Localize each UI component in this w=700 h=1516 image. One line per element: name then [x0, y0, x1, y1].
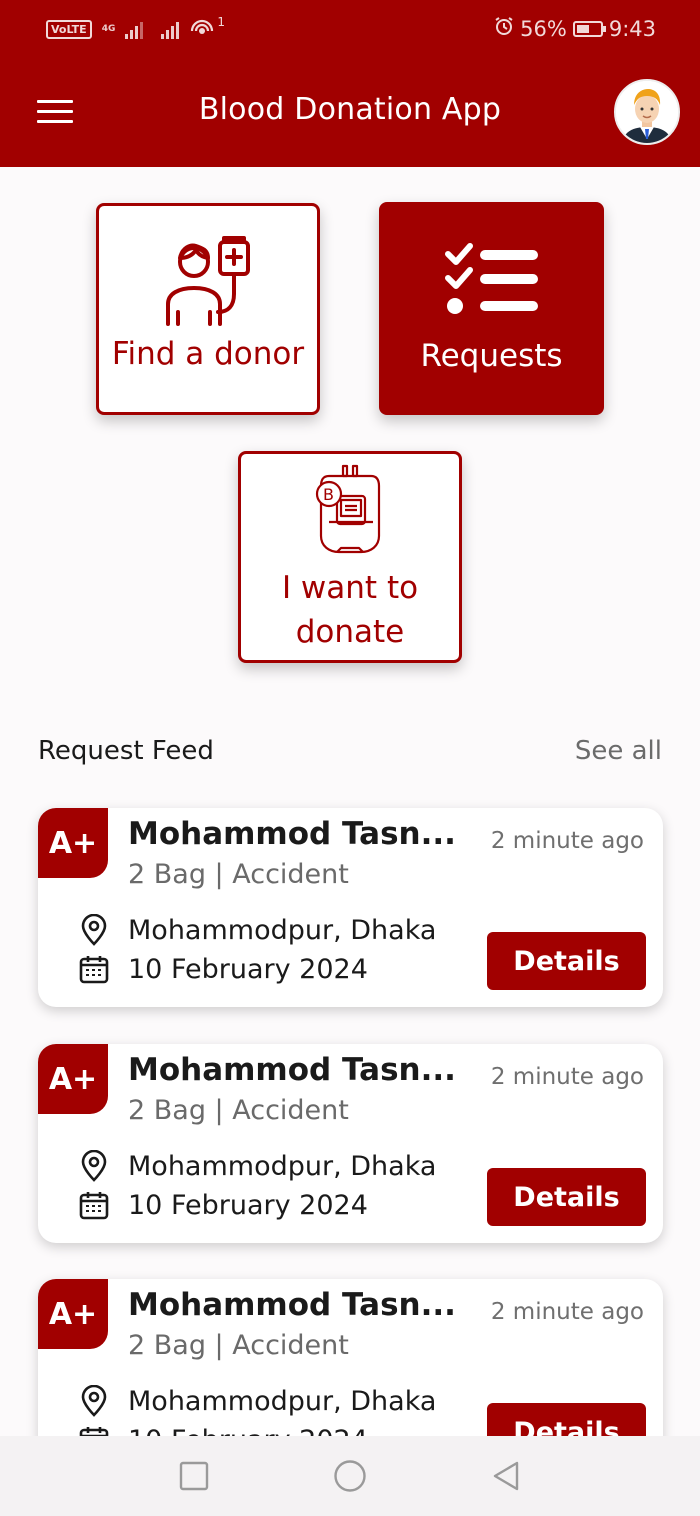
blood-group-badge: A+ — [38, 1044, 108, 1114]
request-card[interactable]: A+ Mohammod Tasn... 2 minute ago 2 Bag |… — [38, 808, 663, 1007]
location-row: Mohammodpur, Dhaka — [78, 1150, 436, 1182]
blood-group-badge: A+ — [38, 1279, 108, 1349]
location-pin-icon — [78, 914, 110, 946]
see-all-link[interactable]: See all — [575, 736, 662, 766]
app-header: VoLTE 4G 1 56% 9:43 Blood Donation App — [0, 0, 700, 167]
request-date: 10 February 2024 — [128, 1189, 368, 1221]
request-subtitle: 2 Bag | Accident — [128, 1095, 349, 1126]
request-time: 2 minute ago — [490, 828, 644, 854]
details-button[interactable]: Details — [487, 1168, 646, 1226]
request-location: Mohammodpur, Dhaka — [128, 1385, 437, 1417]
volte-badge: VoLTE — [46, 19, 92, 39]
calendar-icon — [78, 953, 110, 985]
request-card[interactable]: A+ Mohammod Tasn... 2 minute ago 2 Bag |… — [38, 1044, 663, 1243]
request-date: 10 February 2024 — [128, 953, 368, 985]
clock-time: 9:43 — [608, 16, 656, 41]
request-time: 2 minute ago — [490, 1064, 644, 1090]
avatar-illustration — [616, 81, 678, 143]
hotspot-count: 1 — [217, 15, 225, 29]
alarm-icon — [494, 16, 514, 41]
location-pin-icon — [78, 1385, 110, 1417]
svg-text:B: B — [323, 485, 334, 504]
blood-group-badge: A+ — [38, 808, 108, 878]
date-row: 10 February 2024 — [78, 1189, 368, 1221]
back-icon[interactable] — [488, 1458, 524, 1494]
request-location: Mohammodpur, Dhaka — [128, 1150, 437, 1182]
checklist-icon — [444, 242, 540, 318]
donate-button[interactable]: B I want to donate — [238, 451, 462, 663]
signal-icon — [125, 19, 144, 39]
request-time: 2 minute ago — [490, 1299, 644, 1325]
network-type: 4G — [101, 24, 116, 34]
battery-fill — [576, 24, 589, 33]
app-title: Blood Donation App — [198, 92, 502, 127]
request-subtitle: 2 Bag | Accident — [128, 859, 349, 890]
system-nav-bar — [0, 1436, 700, 1516]
home-icon[interactable] — [332, 1458, 368, 1494]
find-donor-label: Find a donor — [111, 336, 305, 372]
status-bar: VoLTE 4G 1 56% 9:43 — [0, 0, 700, 60]
battery-percent: 56% — [520, 16, 567, 41]
location-pin-icon — [78, 1150, 110, 1182]
request-feed-title: Request Feed — [38, 736, 214, 766]
signal-icon — [161, 19, 180, 39]
requester-name: Mohammod Tasn... — [128, 1287, 456, 1323]
requester-name: Mohammod Tasn... — [128, 816, 456, 852]
requester-name: Mohammod Tasn... — [128, 1052, 456, 1088]
donor-transfusion-icon — [160, 236, 256, 328]
location-row: Mohammodpur, Dhaka — [78, 1385, 436, 1417]
calendar-icon — [78, 1189, 110, 1221]
hotspot-icon — [189, 16, 215, 42]
donate-label-line1: I want to — [281, 570, 419, 606]
details-button[interactable]: Details — [487, 932, 646, 990]
requests-label: Requests — [420, 338, 563, 374]
request-subtitle: 2 Bag | Accident — [128, 1330, 349, 1361]
request-location: Mohammodpur, Dhaka — [128, 914, 437, 946]
donate-label-line2: donate — [295, 614, 405, 650]
blood-bag-icon: B — [315, 462, 385, 556]
requests-button[interactable]: Requests — [379, 202, 604, 415]
location-row: Mohammodpur, Dhaka — [78, 914, 436, 946]
find-donor-button[interactable]: Find a donor — [96, 203, 320, 415]
battery-icon — [572, 20, 606, 37]
user-avatar[interactable] — [614, 79, 680, 145]
date-row: 10 February 2024 — [78, 953, 368, 985]
recent-apps-icon[interactable] — [176, 1458, 212, 1494]
